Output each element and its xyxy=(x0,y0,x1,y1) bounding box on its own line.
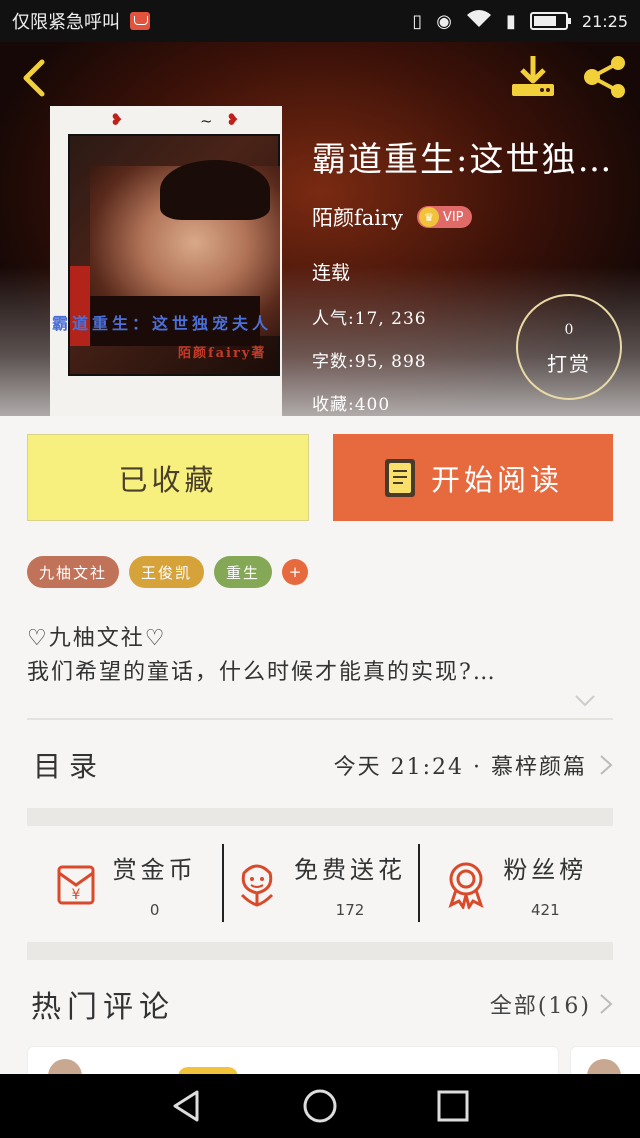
medal-icon xyxy=(448,862,484,909)
author-row[interactable]: 陌颜fairy ♛ VIP xyxy=(312,202,472,232)
vibrate-icon: ▯ xyxy=(412,10,423,32)
nav-home-icon[interactable] xyxy=(300,1086,340,1126)
tag-item[interactable]: 重生 xyxy=(214,556,273,588)
author-name[interactable]: 陌颜fairy xyxy=(312,202,403,232)
navigation-bar xyxy=(0,1074,640,1138)
book-title: 霸道重生:这世独宠夫人 xyxy=(312,140,632,180)
start-reading-button[interactable]: 开始阅读 xyxy=(333,434,613,521)
section-separator xyxy=(27,808,613,826)
eye-icon: ◉ xyxy=(436,10,452,32)
flower-value: 172 xyxy=(335,900,365,919)
serial-status: 连载 xyxy=(312,262,351,284)
lips-decoration: ❥ xyxy=(110,110,124,129)
cover-author: 陌颜fairy著 xyxy=(178,346,267,361)
all-comments-link[interactable]: 全部(16) xyxy=(490,988,613,1020)
chevron-right-icon xyxy=(600,755,613,775)
intro-heading: ♡九柚文社♡ xyxy=(27,626,167,651)
reward-label: 打赏 xyxy=(547,352,591,376)
coin-reward-button[interactable]: ¥ 赏金币 0 xyxy=(27,826,222,942)
chevron-down-icon[interactable] xyxy=(574,694,596,708)
catalog-update-text: 今天 21:24 · 慕梓颜篇 xyxy=(333,755,587,780)
section-separator xyxy=(27,942,613,960)
share-button[interactable] xyxy=(580,54,630,100)
add-tag-button[interactable]: + xyxy=(282,559,309,585)
wifi-icon xyxy=(466,9,492,33)
send-flower-button[interactable]: 免费送花 172 xyxy=(222,826,417,942)
tag-list: 九柚文社 王俊凯 重生 + xyxy=(27,556,309,588)
sim-icon: ▮ xyxy=(505,10,516,32)
download-button[interactable] xyxy=(508,54,558,100)
status-time: 21:25 xyxy=(581,11,628,31)
crown-icon: ♛ xyxy=(418,207,439,227)
nav-back-icon[interactable] xyxy=(167,1086,207,1126)
collected-button[interactable]: 已收藏 xyxy=(27,434,309,521)
fans-ranking-button[interactable]: 粉丝榜 421 xyxy=(417,826,613,942)
lips-decoration: ❥ xyxy=(226,110,240,129)
cover-photo xyxy=(68,134,280,376)
support-actions: ¥ 赏金币 0 免费送花 172 粉丝榜 421 xyxy=(27,826,613,942)
flower-label: 免费送花 xyxy=(293,855,406,884)
cover-scribble: ~ xyxy=(200,112,213,130)
download-icon xyxy=(512,56,554,96)
back-button[interactable] xyxy=(14,56,54,100)
coin-value: 0 xyxy=(149,900,160,919)
reward-count: 0 xyxy=(564,322,574,338)
favorites-stat: 收藏:400 xyxy=(312,395,391,415)
tag-item[interactable]: 王俊凯 xyxy=(129,556,205,588)
intro-text[interactable]: 我们希望的童话，什么时候才能真的实现?… xyxy=(27,654,587,686)
carrier-text: 仅限紧急呼叫 xyxy=(12,12,120,33)
mail-icon xyxy=(130,12,150,30)
svg-text:¥: ¥ xyxy=(71,887,80,903)
nav-recents-icon[interactable] xyxy=(433,1086,473,1126)
hot-comments-title: 热门评论 xyxy=(31,990,175,1025)
reward-button[interactable]: 0 打赏 xyxy=(516,294,622,400)
vip-badge: ♛ VIP xyxy=(416,206,472,228)
cover-title: 霸道重生：这世独宠夫人 xyxy=(52,314,273,333)
status-bar: 仅限紧急呼叫 ▯ ◉ ▮ 21:25 xyxy=(0,0,640,42)
tag-item[interactable]: 九柚文社 xyxy=(27,556,120,588)
back-arrow-icon xyxy=(23,59,45,97)
catalog-title: 目录 xyxy=(33,750,106,783)
fans-value: 421 xyxy=(530,900,560,919)
divider xyxy=(27,718,613,720)
book-cover[interactable]: ❥ ❥ ~ 霸道重生：这世独宠夫人 陌颜fairy著 xyxy=(50,106,282,416)
fans-label: 粉丝榜 xyxy=(503,855,588,884)
battery-icon xyxy=(529,12,571,30)
book-header: ❥ ❥ ~ 霸道重生：这世独宠夫人 陌颜fairy著 霸道重生:这世独宠夫人 陌… xyxy=(0,42,640,416)
hot-comments-header: 热门评论 全部(16) xyxy=(27,972,613,1036)
coin-label: 赏金币 xyxy=(112,855,197,884)
flower-icon xyxy=(240,864,274,907)
coin-envelope-icon: ¥ xyxy=(57,865,95,905)
share-icon xyxy=(584,56,625,98)
word-count-stat: 字数:95, 898 xyxy=(312,352,427,372)
catalog-row[interactable]: 目录 今天 21:24 · 慕梓颜篇 xyxy=(27,722,613,808)
chevron-right-icon xyxy=(600,994,613,1014)
book-icon xyxy=(384,458,415,497)
popularity-stat: 人气:17, 236 xyxy=(312,309,427,329)
